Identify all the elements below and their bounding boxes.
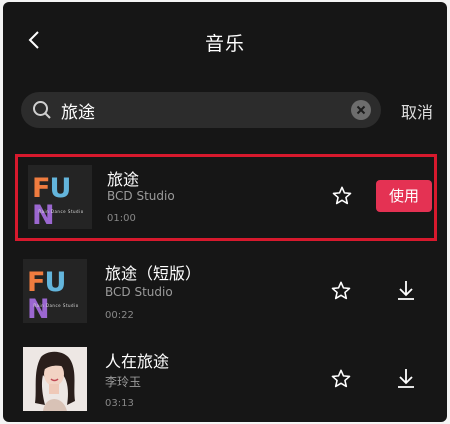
download-icon[interactable]: [395, 278, 417, 302]
song-artist: 李玲玉: [105, 375, 142, 389]
music-screen: 音乐 取消 FUN Rain Dance Studio 旅途 BCD Studi…: [3, 2, 447, 422]
search-icon: [33, 101, 51, 119]
download-icon[interactable]: [395, 366, 417, 390]
star-icon[interactable]: [331, 185, 353, 207]
song-title: 旅途: [107, 170, 140, 189]
search-input[interactable]: [61, 92, 351, 128]
song-duration: 03:13: [105, 398, 134, 409]
song-artist: BCD Studio: [105, 285, 173, 299]
song-row[interactable]: FUN Rain Dance Studio 旅途 BCD Studio 01:0…: [15, 154, 437, 241]
singer-portrait: [23, 347, 87, 411]
song-title: 旅途（短版）: [105, 264, 202, 283]
album-cover: FUN Rain Dance Studio: [28, 165, 92, 229]
search-bar: [21, 92, 381, 128]
clear-search-icon[interactable]: [351, 100, 371, 120]
song-row[interactable]: FUN Rain Dance Studio 旅途（短版） BCD Studio …: [3, 248, 447, 336]
song-duration: 00:22: [105, 310, 134, 321]
header: 音乐: [3, 2, 447, 80]
use-button[interactable]: 使用: [376, 180, 432, 212]
star-icon[interactable]: [330, 368, 352, 390]
song-duration: 01:00: [107, 213, 136, 224]
album-cover: FUN Rain Dance Studio: [23, 259, 87, 323]
album-cover: [23, 347, 87, 411]
page-title: 音乐: [204, 33, 245, 55]
song-artist: BCD Studio: [107, 189, 175, 203]
cancel-button[interactable]: 取消: [401, 99, 433, 123]
song-title: 人在旅途: [105, 352, 170, 371]
star-icon[interactable]: [330, 280, 352, 302]
song-row[interactable]: 人在旅途 李玲玉 03:13: [3, 336, 447, 422]
